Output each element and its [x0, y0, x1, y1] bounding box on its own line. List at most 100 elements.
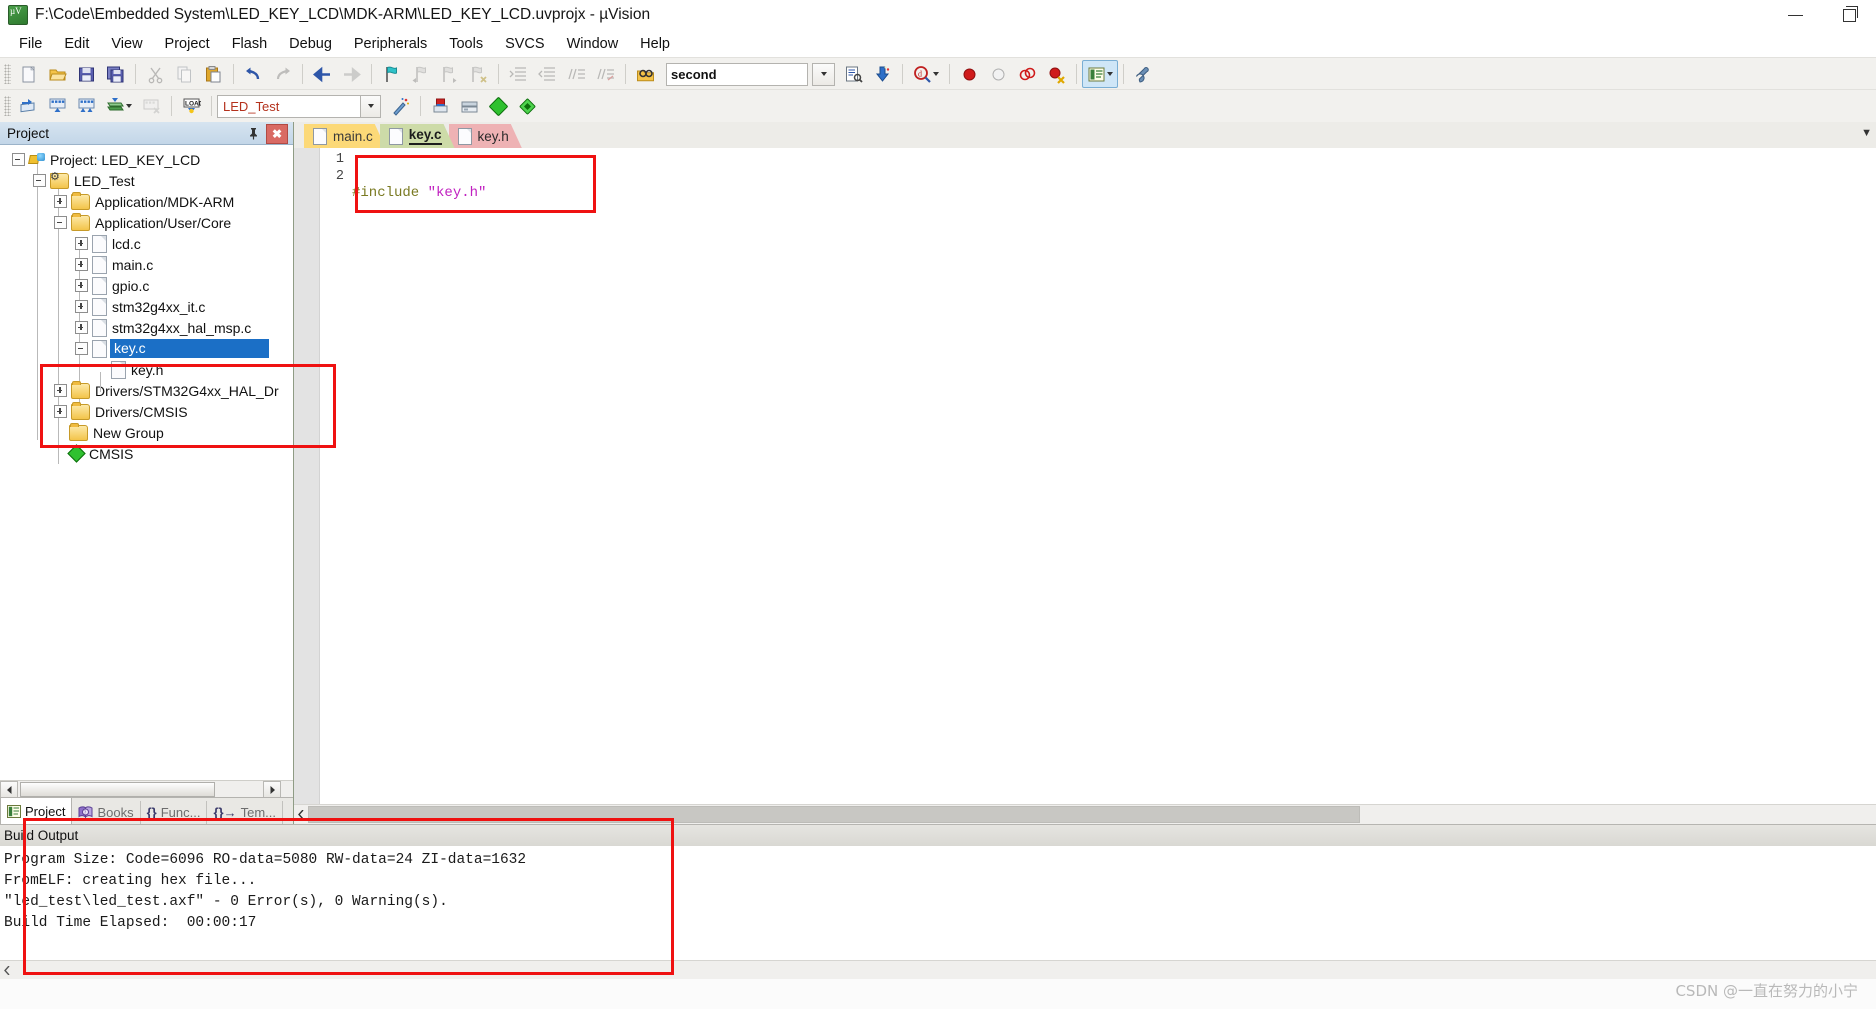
tree-item-gpio-c[interactable]: gpio.c — [0, 275, 293, 296]
uncomment-button[interactable] — [591, 60, 620, 88]
menu-debug[interactable]: Debug — [278, 34, 343, 54]
undo-button[interactable] — [239, 60, 268, 88]
tab-scroll-button[interactable]: ▼ — [1861, 127, 1872, 139]
tab-project[interactable]: Project — [0, 797, 73, 824]
target-dropdown-button[interactable] — [361, 94, 381, 118]
open-folder-button[interactable] — [43, 60, 72, 88]
project-tree[interactable]: Project: LED_KEY_LCD LED_Test Applicatio… — [0, 144, 293, 790]
breakpoint-disable-all-button[interactable] — [1013, 60, 1042, 88]
toolbar-grip[interactable] — [4, 64, 11, 84]
scroll-thumb[interactable] — [20, 782, 215, 797]
manage-run-time-env-button[interactable] — [513, 92, 542, 120]
comment-button[interactable] — [562, 60, 591, 88]
build-horizontal-scrollbar[interactable] — [0, 960, 1876, 979]
tree-item-project[interactable]: Project: LED_KEY_LCD — [0, 149, 293, 170]
debug-search-button[interactable]: d — [908, 60, 944, 88]
configure-button[interactable] — [1129, 60, 1158, 88]
clear-bookmarks-button[interactable] — [464, 60, 493, 88]
tab-books[interactable]: ? Books — [72, 801, 141, 824]
tree-item-drivers-cmsis[interactable]: Drivers/CMSIS — [0, 401, 293, 422]
tree-item-stm32g4xx-it-c[interactable]: stm32g4xx_it.c — [0, 296, 293, 317]
tree-toggle[interactable] — [33, 174, 46, 187]
tree-item-cmsis[interactable]: CMSIS — [0, 443, 293, 464]
scroll-thumb[interactable] — [308, 806, 1360, 823]
breakpoint-insert-button[interactable] — [955, 60, 984, 88]
scroll-left-button[interactable] — [0, 963, 14, 977]
tree-item-app-usercore[interactable]: Application/User/Core — [0, 212, 293, 233]
paste-button[interactable] — [199, 60, 228, 88]
breakpoint-disable-button[interactable] — [984, 60, 1013, 88]
editor-tab-main-c[interactable]: main.c — [304, 124, 386, 148]
editor-tab-key-c[interactable]: key.c — [380, 124, 455, 148]
tree-toggle[interactable] — [54, 384, 67, 397]
manage-multi-project-button[interactable] — [455, 92, 484, 120]
search-dropdown-button[interactable] — [812, 62, 835, 86]
tree-toggle[interactable] — [75, 237, 88, 250]
menu-window[interactable]: Window — [556, 34, 630, 54]
search-input[interactable]: second — [666, 62, 808, 86]
manage-project-items-button[interactable] — [426, 92, 455, 120]
tree-item-main-c[interactable]: main.c — [0, 254, 293, 275]
menu-flash[interactable]: Flash — [221, 34, 278, 54]
tree-item-target[interactable]: LED_Test — [0, 170, 293, 191]
save-button[interactable] — [72, 60, 101, 88]
tree-toggle[interactable] — [12, 153, 25, 166]
prev-bookmark-button[interactable] — [406, 60, 435, 88]
bookmark-list-button[interactable] — [839, 60, 868, 88]
code-editor[interactable]: 1 2 #include "key.h" — [294, 148, 1876, 824]
target-options-button[interactable] — [386, 92, 415, 120]
menu-project[interactable]: Project — [154, 34, 221, 54]
tree-toggle[interactable] — [54, 216, 67, 229]
scroll-left-button[interactable] — [294, 807, 308, 822]
rebuild-button[interactable] — [72, 92, 101, 120]
tree-toggle[interactable] — [75, 321, 88, 334]
project-horizontal-scrollbar[interactable] — [0, 780, 293, 798]
scroll-left-button[interactable] — [0, 781, 18, 798]
menu-edit[interactable]: Edit — [53, 34, 100, 54]
outdent-button[interactable] — [533, 60, 562, 88]
menu-help[interactable]: Help — [629, 34, 681, 54]
build-button[interactable] — [43, 92, 72, 120]
batch-build-button[interactable] — [101, 92, 137, 120]
navigate-back-button[interactable] — [308, 60, 337, 88]
build-output-body[interactable]: Program Size: Code=6096 RO-data=5080 RW-… — [0, 846, 1876, 960]
toolbar-grip[interactable] — [4, 96, 11, 116]
tree-toggle[interactable] — [75, 300, 88, 313]
menu-tools[interactable]: Tools — [438, 34, 494, 54]
scroll-right-button[interactable] — [263, 781, 281, 798]
editor-horizontal-scrollbar[interactable] — [294, 804, 1876, 824]
tree-item-drivers-hal[interactable]: Drivers/STM32G4xx_HAL_Dr — [0, 380, 293, 401]
tree-item-key-c[interactable]: key.c — [0, 338, 293, 359]
new-file-button[interactable] — [14, 60, 43, 88]
translate-button[interactable] — [14, 92, 43, 120]
editor-tab-key-h[interactable]: key.h — [449, 124, 522, 148]
tree-item-stm32g4xx-hal-msp-c[interactable]: stm32g4xx_hal_msp.c — [0, 317, 293, 338]
tree-item-lcd-c[interactable]: lcd.c — [0, 233, 293, 254]
pack-installer-button[interactable] — [484, 92, 513, 120]
window-layout-button[interactable] — [1082, 60, 1118, 88]
navigate-forward-button[interactable] — [337, 60, 366, 88]
tree-toggle[interactable] — [54, 195, 67, 208]
go-to-definition-button[interactable] — [868, 60, 897, 88]
pin-icon[interactable] — [245, 125, 261, 141]
menu-view[interactable]: View — [100, 34, 153, 54]
tree-toggle[interactable] — [75, 342, 88, 355]
close-icon[interactable]: ✖ — [266, 124, 288, 144]
tree-item-key-h[interactable]: key.h — [0, 359, 293, 380]
tab-templates[interactable]: {}→ Tem... — [207, 801, 284, 824]
find-in-files-button[interactable] — [631, 60, 660, 88]
restore-button[interactable] — [1822, 0, 1876, 30]
next-bookmark-button[interactable] — [435, 60, 464, 88]
tree-toggle[interactable] — [54, 405, 67, 418]
stop-build-button[interactable] — [137, 92, 166, 120]
menu-peripherals[interactable]: Peripherals — [343, 34, 438, 54]
minimize-button[interactable] — [1768, 0, 1822, 30]
breakpoint-kill-all-button[interactable] — [1042, 60, 1071, 88]
download-button[interactable]: LOAD — [177, 92, 206, 120]
menu-svcs[interactable]: SVCS — [494, 34, 556, 54]
indent-button[interactable] — [504, 60, 533, 88]
menu-file[interactable]: File — [8, 34, 53, 54]
target-selector[interactable]: LED_Test — [217, 94, 361, 118]
toggle-bookmark-button[interactable] — [377, 60, 406, 88]
redo-button[interactable] — [268, 60, 297, 88]
